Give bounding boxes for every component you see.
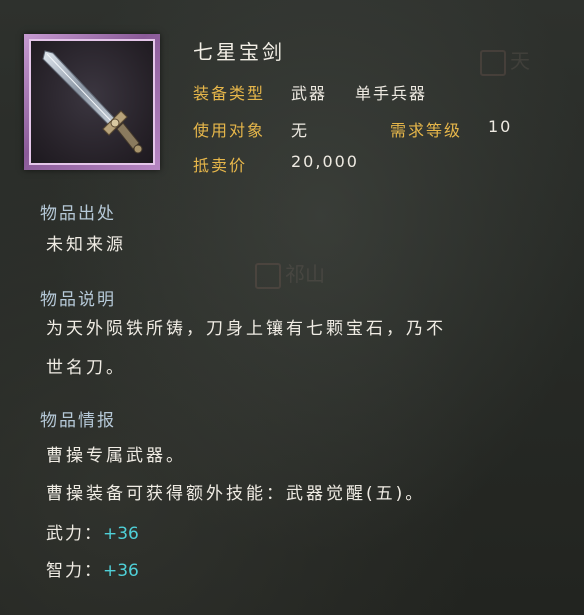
user-value: 无: [291, 121, 310, 140]
item-tooltip-panel: 天 祁山 七星宝剑 装备类型 武器 单手兵器 使用对象 无 需求等级 10 抵卖…: [0, 0, 584, 615]
intel-heading: 物品情报: [40, 411, 116, 431]
price-value: 20,000: [291, 152, 359, 171]
stat-force-value: +36: [103, 524, 139, 544]
user-label: 使用对象: [193, 121, 266, 140]
stat-force: 武力：+36: [46, 519, 139, 544]
equip-subtype-value: 单手兵器: [355, 84, 428, 103]
price-label: 抵卖价: [193, 156, 248, 175]
stat-intellect-value: +36: [103, 561, 139, 581]
equip-type-label: 装备类型: [193, 84, 266, 103]
equip-type-row: 装备类型 武器 单手兵器: [193, 80, 425, 104]
description-heading: 物品说明: [40, 290, 116, 310]
user-row: 使用对象 无 需求等级 10: [193, 117, 553, 141]
intel-line-1: 曹操专属武器。: [46, 446, 186, 466]
origin-heading: 物品出处: [40, 204, 116, 224]
item-icon-frame: [24, 34, 160, 170]
price-row: 抵卖价 20,000: [193, 152, 357, 176]
req-level-label: 需求等级: [390, 121, 463, 140]
description-line-1: 为天外陨铁所铸，刀身上镶有七颗宝石，乃不: [46, 319, 446, 339]
origin-text: 未知来源: [46, 235, 126, 255]
map-marker-qishan: 祁山: [255, 258, 325, 289]
stat-force-label: 武力：: [46, 524, 103, 544]
stat-intellect-label: 智力：: [46, 561, 103, 581]
req-level-value: 10: [488, 117, 513, 136]
item-name: 七星宝剑: [193, 40, 285, 64]
intel-line-2: 曹操装备可获得额外技能：武器觉醒(五)。: [46, 484, 426, 504]
sword-icon: [42, 50, 143, 154]
map-marker-tian: 天: [480, 45, 530, 76]
item-icon-slot: [29, 39, 155, 165]
equip-type-value: 武器: [291, 84, 328, 103]
description-line-2: 世名刀。: [46, 358, 126, 378]
stat-intellect: 智力：+36: [46, 556, 139, 581]
